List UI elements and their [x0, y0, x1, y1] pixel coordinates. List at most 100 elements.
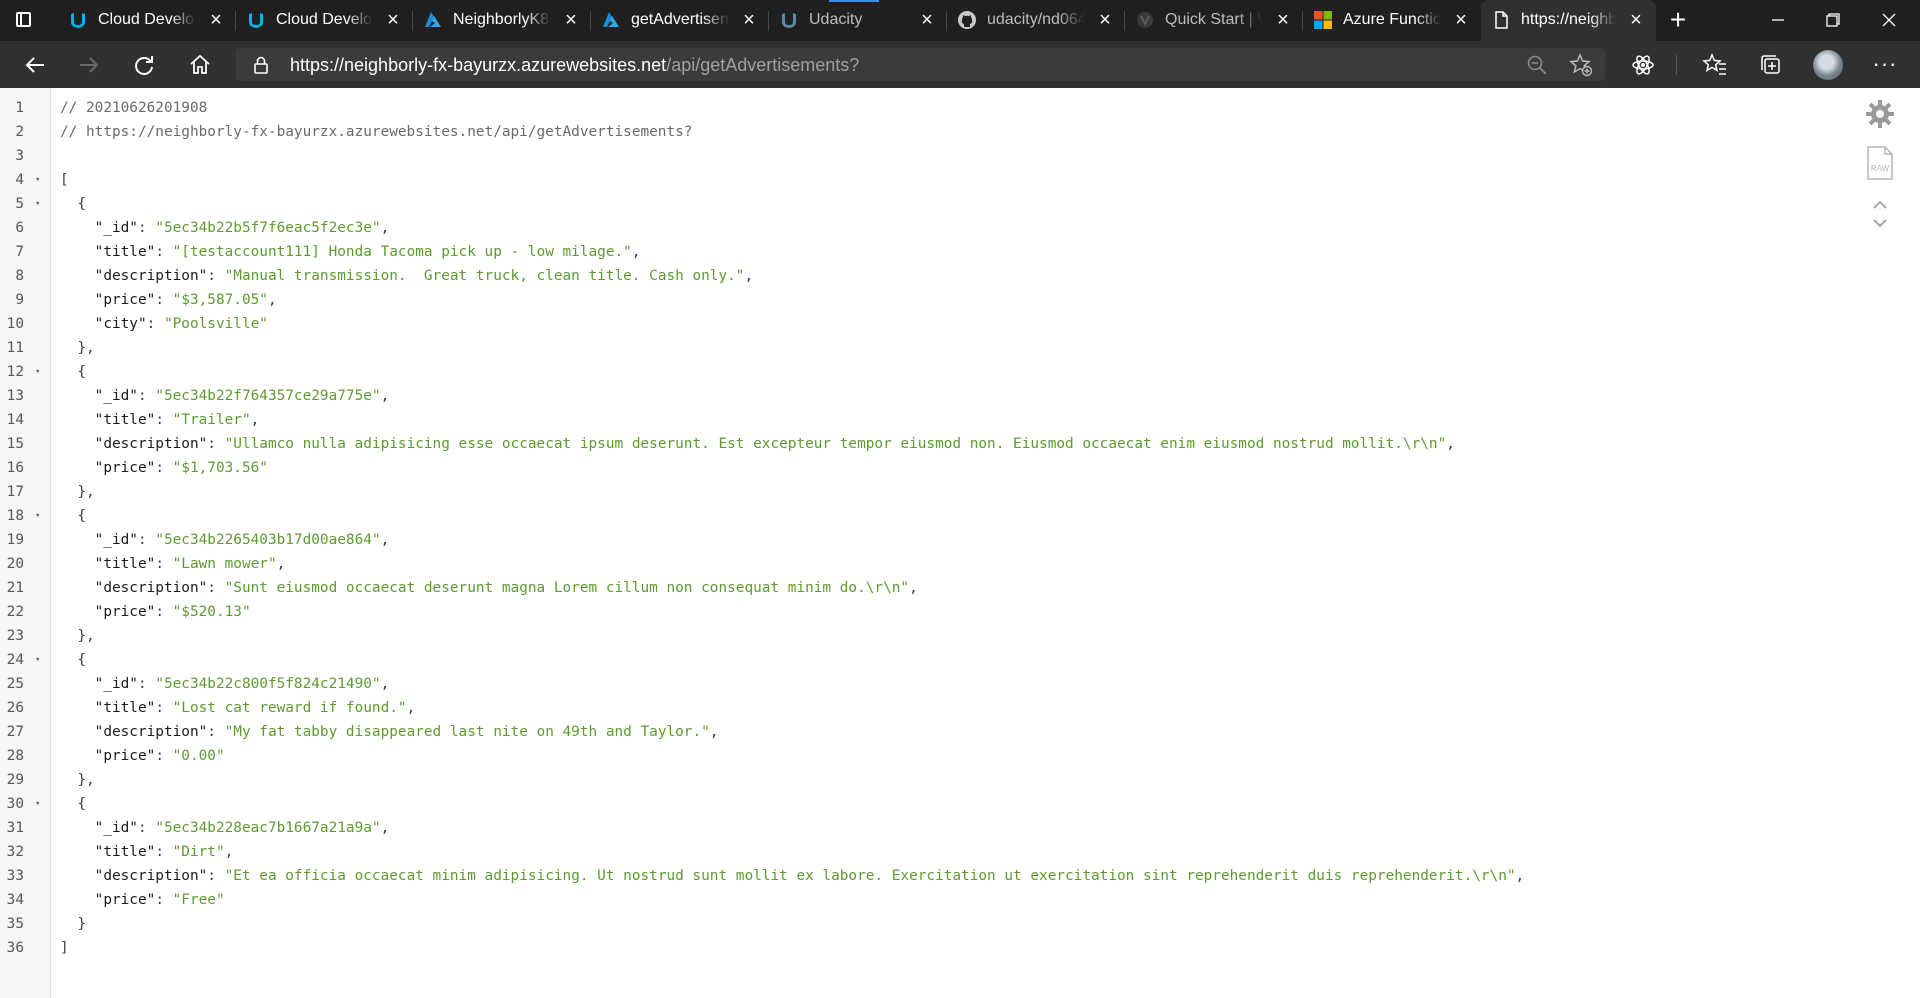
- page-icon: [1491, 10, 1511, 30]
- token-key: "title": [60, 244, 156, 260]
- raw-icon[interactable]: RAW: [1865, 146, 1895, 185]
- collections-icon[interactable]: [1756, 50, 1786, 80]
- token-punc: },: [60, 772, 95, 788]
- tab-udacity[interactable]: Udacity ×: [769, 0, 947, 41]
- home-button[interactable]: [185, 50, 215, 80]
- tab-cloud-developer-2[interactable]: Cloud Developer ×: [236, 0, 413, 41]
- token-punc: :: [137, 388, 156, 404]
- new-tab-button[interactable]: +: [1665, 6, 1691, 34]
- token-punc: :: [207, 580, 225, 596]
- tab-active-page[interactable]: https://neighb ×: [1481, 0, 1656, 41]
- line-text: }: [60, 912, 86, 936]
- line-number: 12: [6, 364, 24, 380]
- token-str: "Lawn mower": [172, 556, 277, 572]
- line-number: 19: [6, 532, 24, 548]
- refresh-button[interactable]: [129, 50, 159, 80]
- line-number: 22: [6, 604, 24, 620]
- tab-azure-function[interactable]: Azure Function ×: [1303, 0, 1481, 41]
- react-devtools-icon[interactable]: [1628, 50, 1658, 80]
- chevron-up-icon[interactable]: [1870, 198, 1890, 217]
- token-punc: },: [60, 484, 95, 500]
- close-window-button[interactable]: [1874, 5, 1904, 35]
- add-favorite-icon[interactable]: [1569, 53, 1593, 82]
- gear-icon[interactable]: [1864, 98, 1896, 135]
- token-punc: :: [207, 868, 225, 884]
- fold-toggle-icon[interactable]: ▾: [35, 648, 40, 672]
- line-text: "price": "Free": [60, 888, 225, 912]
- line-number: 15: [6, 436, 24, 452]
- close-icon[interactable]: ×: [1273, 10, 1293, 30]
- tab-quick-start[interactable]: Quick Start | V ×: [1125, 0, 1303, 41]
- line-text: "description": "Ullamco nulla adipisicin…: [60, 432, 1455, 456]
- chevron-down-icon[interactable]: [1870, 216, 1890, 235]
- close-icon[interactable]: ×: [917, 10, 937, 30]
- favorites-icon[interactable]: [1700, 50, 1730, 80]
- line-number: 29: [6, 772, 24, 788]
- token-punc: :: [155, 844, 173, 860]
- token-punc: :: [137, 532, 156, 548]
- token-str: "$1,703.56": [172, 460, 268, 476]
- line-number: 32: [6, 844, 24, 860]
- minimize-button[interactable]: [1763, 5, 1793, 35]
- udacity-icon: [68, 10, 88, 30]
- line-number: 16: [6, 460, 24, 476]
- token-punc: {: [60, 796, 86, 812]
- raw-label: RAW: [1871, 164, 1890, 173]
- token-str: "My fat tabby disappeared last nite on 4…: [224, 724, 710, 740]
- close-icon[interactable]: ×: [739, 10, 759, 30]
- line-text: {: [60, 792, 86, 816]
- close-icon[interactable]: ×: [1095, 10, 1115, 30]
- zoom-out-icon[interactable]: [1526, 54, 1548, 81]
- token-key: "price": [60, 604, 156, 620]
- line-number: 3: [15, 148, 24, 164]
- close-icon[interactable]: ×: [206, 10, 226, 30]
- token-key: "_id": [60, 676, 138, 692]
- more-menu-icon[interactable]: ···: [1870, 50, 1900, 80]
- line-number: 34: [6, 892, 24, 908]
- fold-toggle-icon[interactable]: ▾: [35, 504, 40, 528]
- close-icon[interactable]: ×: [383, 10, 403, 30]
- tab-getadvertisements[interactable]: getAdvertisements ×: [591, 0, 769, 41]
- address-bar[interactable]: https://neighborly-fx-bayurzx.azurewebsi…: [236, 48, 1605, 81]
- tab-title: Cloud Developer: [276, 11, 373, 29]
- token-key: "description": [60, 580, 208, 596]
- tab-actions-icon[interactable]: [14, 10, 36, 32]
- token-punc: :: [155, 892, 173, 908]
- token-punc: :: [207, 724, 225, 740]
- token-key: "description": [60, 724, 208, 740]
- forward-button[interactable]: [74, 50, 104, 80]
- line-text: "description": "Sunt eiusmod occaecat de…: [60, 576, 918, 600]
- token-key: "title": [60, 556, 156, 572]
- close-icon[interactable]: ×: [1626, 10, 1646, 30]
- url-text[interactable]: https://neighborly-fx-bayurzx.azurewebsi…: [290, 55, 859, 76]
- token-punc: ,: [267, 292, 277, 308]
- token-key: "price": [60, 892, 156, 908]
- line-text: "title": "Lost cat reward if found.",: [60, 696, 416, 720]
- line-text: "description": "Et ea officia occaecat m…: [60, 864, 1525, 888]
- line-text: {: [60, 648, 86, 672]
- line-number: 18: [6, 508, 24, 524]
- line-number: 7: [15, 244, 24, 260]
- tab-udacity-nd064[interactable]: udacity/nd064 ×: [947, 0, 1125, 41]
- close-icon[interactable]: ×: [561, 10, 581, 30]
- back-button[interactable]: [20, 50, 50, 80]
- fold-toggle-icon[interactable]: ▾: [35, 168, 40, 192]
- fold-toggle-icon[interactable]: ▾: [35, 360, 40, 384]
- token-comment: // https://neighborly-fx-bayurzx.azurewe…: [60, 124, 693, 140]
- line-text: "price": "0.00": [60, 744, 225, 768]
- lock-icon[interactable]: [253, 56, 269, 79]
- restore-button[interactable]: [1818, 5, 1848, 35]
- close-icon[interactable]: ×: [1451, 10, 1471, 30]
- tab-neighborlyk8s[interactable]: NeighborlyK8s ×: [413, 0, 591, 41]
- line-number: 1: [15, 100, 24, 116]
- line-number: 25: [6, 676, 24, 692]
- profile-avatar[interactable]: [1813, 50, 1843, 80]
- fold-toggle-icon[interactable]: ▾: [35, 192, 40, 216]
- tab-cloud-developer-1[interactable]: Cloud Developer ×: [58, 0, 236, 41]
- fold-toggle-icon[interactable]: ▾: [35, 792, 40, 816]
- token-punc: ,: [380, 820, 390, 836]
- token-punc: ,: [276, 556, 286, 572]
- line-number: 36: [6, 940, 24, 956]
- token-punc: :: [155, 700, 173, 716]
- line-text: "price": "$520.13": [60, 600, 251, 624]
